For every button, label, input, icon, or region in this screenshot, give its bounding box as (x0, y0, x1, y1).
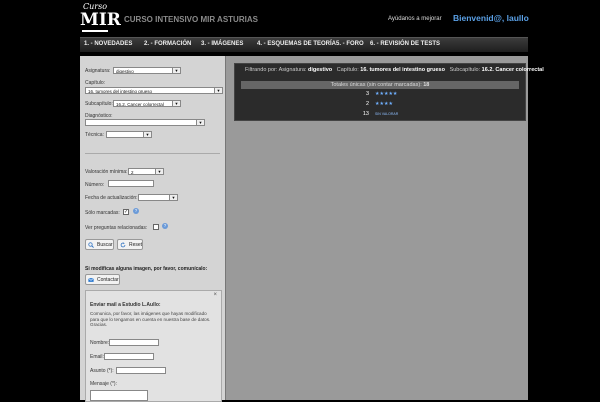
header: Curso MIR CURSO INTENSIVO MIR ASTURIAS A… (0, 0, 600, 36)
subcapitulo-value: 16.2. Cancer colorrectal (116, 102, 164, 107)
mail-text: Comunica, por favor, las imágenes que ha… (90, 311, 211, 328)
tecnica-label: Técnica: (85, 132, 104, 138)
mail-icon (88, 277, 94, 282)
main-nav: 1. - NOVEDADES 2. - FORMACIÓN 3. - IMÁGE… (80, 37, 528, 52)
five-star-rating-icon[interactable]: ★★★★★ (375, 91, 397, 97)
valoracion-select[interactable]: 2 ▼ (128, 168, 164, 175)
refresh-icon (120, 242, 126, 248)
ver-preguntas-label: Ver preguntas relacionadas: (85, 225, 148, 231)
numero-label: Número: (85, 182, 105, 188)
contactar-button[interactable]: Contactar (85, 274, 120, 285)
four-star-rating-icon[interactable]: ★★★★ (375, 101, 393, 107)
asignatura-value: digestivo (116, 69, 134, 74)
welcome-user[interactable]: Bienvenid@, laullo (453, 13, 529, 23)
valoracion-label: Valoración mínima: (85, 169, 128, 175)
ver-preguntas-checkbox[interactable] (153, 224, 159, 230)
sin-valorar-link[interactable]: SIN VALORAR (375, 112, 398, 116)
chevron-down-icon: ▼ (196, 120, 204, 125)
totals-bar: Totales únicas (sin contar marcadas): 18 (241, 81, 519, 89)
help-icon[interactable]: ? (162, 223, 168, 229)
asignatura-label: Asignatura: (85, 68, 111, 74)
mensaje-label: Mensaje (*): (90, 381, 117, 387)
filter-asignatura-label: Asignatura: (278, 67, 307, 73)
nombre-input[interactable] (109, 339, 159, 346)
solo-marcadas-checkbox[interactable]: ✓ (123, 209, 129, 215)
nav-esquemas[interactable]: 4. - ESQUEMAS DE TEORÍA (257, 41, 336, 47)
nav-novedades[interactable]: 1. - NOVEDADES (84, 41, 132, 47)
close-icon[interactable]: × (213, 292, 217, 298)
capitulo-label: Capítulo: (85, 80, 106, 86)
numero-input[interactable] (108, 180, 154, 187)
chevron-down-icon: ▼ (214, 88, 222, 93)
fecha-select[interactable]: ▼ (138, 194, 178, 201)
filter-capitulo-value: 16. tumores del intestino grueso (360, 67, 445, 73)
tecnica-select[interactable]: ▼ (106, 131, 152, 138)
logo-big-text: MIR (80, 10, 121, 30)
totals-value: 18 (423, 82, 430, 88)
buscar-button[interactable]: Buscar (85, 239, 114, 250)
reset-label: Reset (129, 242, 143, 248)
capitulo-value: 16. tumores del intestino grueso (88, 89, 153, 94)
rating-count[interactable]: 3 (359, 91, 369, 97)
chevron-down-icon: ▼ (169, 195, 177, 200)
chevron-down-icon: ▼ (143, 132, 151, 137)
filter-subcapitulo-label: Subcapítulo: (449, 67, 481, 73)
asignatura-select[interactable]: digestivo ▼ (113, 67, 181, 74)
email-input[interactable] (104, 353, 154, 360)
contactar-label: Contactar (97, 277, 119, 283)
nav-imagenes[interactable]: 3. - IMÁGENES (201, 41, 243, 47)
logo-underline (82, 30, 108, 32)
main-content: Asignatura: digestivo ▼ Capítulo: 16. tum… (80, 56, 544, 402)
rating-count[interactable]: 2 (359, 101, 369, 107)
reset-button[interactable]: Reset (117, 239, 143, 250)
rating-count[interactable]: 13 (359, 111, 369, 117)
filter-capitulo-label: Capítulo: (336, 67, 359, 73)
chevron-down-icon: ▼ (155, 169, 163, 174)
nav-foro[interactable]: 5. - FORO (336, 41, 364, 47)
asunto-input[interactable] (116, 367, 166, 374)
capitulo-select[interactable]: 16. tumores del intestino grueso ▼ (85, 87, 223, 94)
asunto-label: Asunto (*): (90, 368, 114, 374)
help-link[interactable]: Ayúdanos a mejorar (388, 16, 442, 22)
chevron-down-icon: ▼ (172, 101, 180, 106)
help-icon[interactable]: ? (133, 208, 139, 214)
valoracion-value: 2 (131, 170, 134, 175)
subcapitulo-select[interactable]: 16.2. Cancer colorrectal ▼ (113, 100, 181, 107)
site-title: CURSO INTENSIVO MIR ASTURIAS (124, 15, 258, 24)
mail-form-panel: × Enviar mail a Estudio L.Aullo: Comunic… (85, 290, 222, 402)
divider (85, 153, 220, 154)
solo-marcadas-label: Sólo marcadas: (85, 210, 120, 216)
search-icon (88, 242, 94, 248)
buscar-label: Buscar (97, 242, 113, 248)
filter-subcapitulo-value: 16.2. Cancer colorrectal (481, 67, 544, 73)
fecha-label: Fecha de actualización: (85, 195, 138, 201)
diagnostico-select[interactable]: ▼ (85, 119, 205, 126)
nombre-label: Nombre: (90, 340, 110, 346)
filter-summary: Filtrando por: Asignatura: digestivo Cap… (245, 67, 544, 73)
totals-label: Totales únicas (sin contar marcadas): (330, 82, 422, 88)
filter-sidebar: Asignatura: digestivo ▼ Capítulo: 16. tum… (80, 56, 226, 402)
contact-notice: Si modificas alguna imagen, por favor, c… (85, 266, 208, 272)
filter-prefix: Filtrando por: (245, 67, 278, 73)
site-logo[interactable]: Curso MIR (80, 2, 121, 34)
email-label: Email: (90, 354, 104, 360)
nav-revision-tests[interactable]: 6. - REVISIÓN DE TESTS (370, 41, 440, 47)
nav-formacion[interactable]: 2. - FORMACIÓN (144, 41, 191, 47)
subcapitulo-label: Subcapítulo: (85, 101, 113, 107)
chevron-down-icon: ▼ (172, 68, 180, 73)
mail-title: Enviar mail a Estudio L.Aullo: (90, 302, 161, 308)
results-panel: Filtrando por: Asignatura: digestivo Cap… (234, 63, 544, 121)
filter-asignatura-value: digestivo (308, 67, 333, 73)
mensaje-textarea[interactable] (90, 390, 148, 401)
